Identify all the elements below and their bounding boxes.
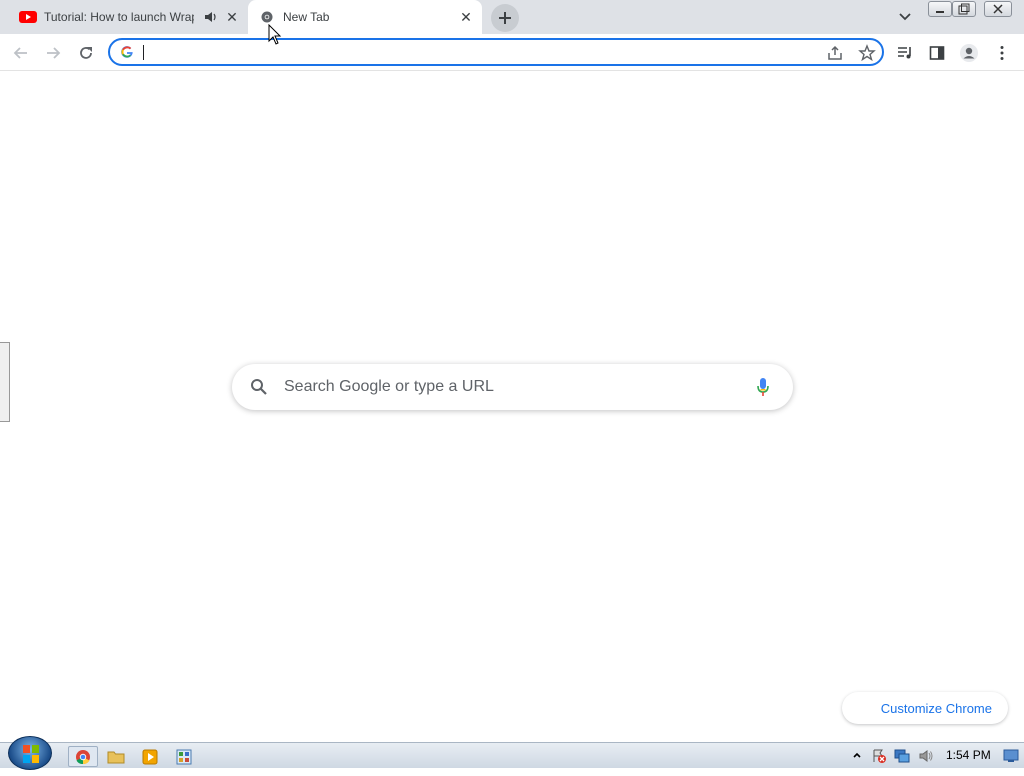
tab-strip: Tutorial: How to launch Wrap ✕ New Tab ✕ <box>0 0 1024 34</box>
side-panel-icon <box>929 46 945 60</box>
customize-label: Customize Chrome <box>880 700 992 716</box>
address-input[interactable] <box>142 43 782 61</box>
close-icon <box>993 4 1003 14</box>
google-g-icon <box>120 45 134 59</box>
tab-search-button[interactable] <box>896 8 914 26</box>
taskbar-explorer[interactable] <box>102 746 130 767</box>
reload-button[interactable] <box>75 42 97 64</box>
tab-youtube[interactable]: Tutorial: How to launch Wrap ✕ <box>10 0 246 34</box>
minimize-icon <box>936 11 944 13</box>
tab-title: Tutorial: How to launch Wrap <box>44 10 194 24</box>
bookmark-star-icon[interactable] <box>858 44 876 62</box>
close-tab-icon[interactable]: ✕ <box>224 9 240 25</box>
media-queue-icon <box>898 47 911 59</box>
text-caret <box>143 45 144 60</box>
taskbar-chrome[interactable] <box>68 746 98 767</box>
plus-icon <box>499 12 511 24</box>
forward-button[interactable] <box>42 42 64 64</box>
tray-network[interactable] <box>893 747 911 765</box>
youtube-icon <box>19 11 37 23</box>
flag-error-icon <box>873 749 886 763</box>
avatar-icon <box>960 44 978 62</box>
chevron-down-icon <box>899 13 911 21</box>
ntp-search-box[interactable]: Search Google or type a URL <box>232 364 793 410</box>
chevron-up-icon <box>853 752 861 758</box>
microphone-icon[interactable] <box>756 377 770 397</box>
show-desktop-button[interactable] <box>1002 747 1020 765</box>
folder-icon <box>107 751 125 763</box>
start-button[interactable] <box>8 736 52 770</box>
restore-icon <box>958 3 970 15</box>
profile-button[interactable] <box>958 42 980 64</box>
close-window-button[interactable] <box>984 1 1012 17</box>
taskbar-control-panel[interactable] <box>170 746 198 767</box>
toolbar <box>0 34 1024 71</box>
tab-title: New Tab <box>283 10 330 24</box>
tray-action-center[interactable] <box>870 747 888 765</box>
tray-volume[interactable] <box>917 747 935 765</box>
arrow-right-icon <box>47 47 61 59</box>
windows-logo-icon <box>23 745 39 763</box>
arrow-left-icon <box>13 47 27 59</box>
volume-icon <box>919 750 933 762</box>
side-panel-button[interactable] <box>926 42 948 64</box>
network-icon <box>894 749 910 763</box>
media-controls-button[interactable] <box>894 42 916 64</box>
reload-icon <box>80 47 92 59</box>
search-icon <box>250 378 268 396</box>
clock[interactable]: 1:54 PM <box>946 748 991 762</box>
chrome-icon <box>76 749 90 764</box>
search-placeholder: Search Google or type a URL <box>284 378 494 395</box>
back-button[interactable] <box>10 42 32 64</box>
monitor-icon <box>1003 749 1019 762</box>
new-tab-button[interactable] <box>491 4 519 32</box>
share-icon[interactable] <box>826 44 844 62</box>
mouse-cursor <box>268 23 282 51</box>
close-tab-icon[interactable]: ✕ <box>458 9 474 25</box>
chrome-icon <box>261 11 273 23</box>
media-player-icon <box>142 749 158 764</box>
tab-new-tab[interactable]: New Tab ✕ <box>248 0 482 34</box>
tray-expand-button[interactable] <box>848 747 866 765</box>
control-panel-icon <box>176 749 192 764</box>
speaker-icon[interactable] <box>204 10 218 24</box>
taskbar-media-player[interactable] <box>136 746 164 767</box>
taskbar: 1:54 PM <box>0 742 1024 768</box>
menu-button[interactable] <box>991 42 1013 64</box>
kebab-menu-icon <box>1000 46 1004 60</box>
restore-button[interactable] <box>952 1 976 17</box>
side-edge-tab[interactable] <box>0 342 10 422</box>
customize-chrome-button[interactable]: Customize Chrome <box>842 692 1008 724</box>
address-bar[interactable] <box>108 38 884 66</box>
minimize-button[interactable] <box>928 1 952 17</box>
